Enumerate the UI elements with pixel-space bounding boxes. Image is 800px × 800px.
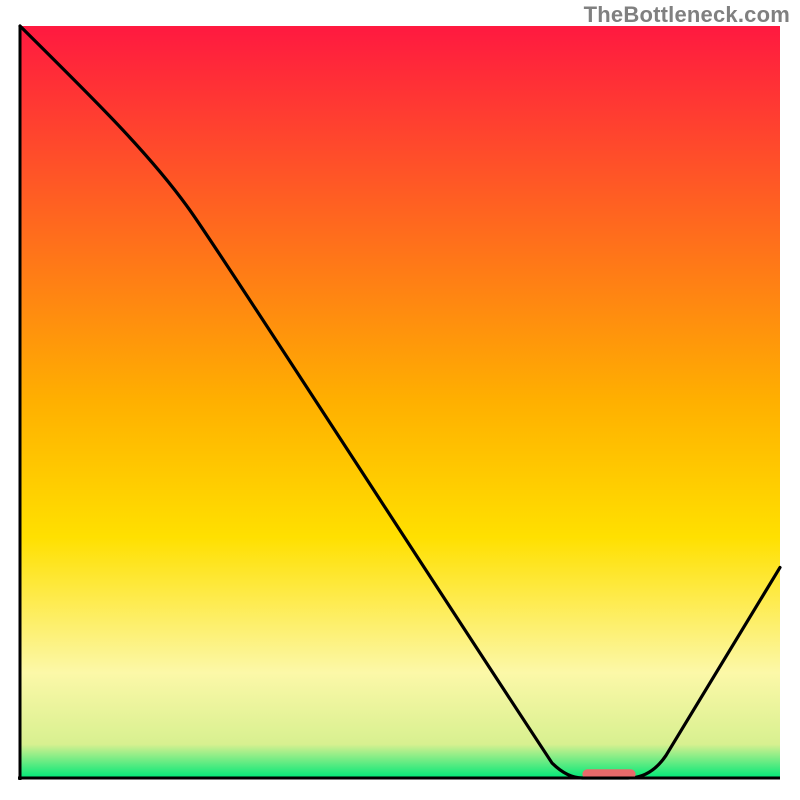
chart-frame: TheBottleneck.com	[0, 0, 800, 800]
watermark-text: TheBottleneck.com	[584, 2, 790, 28]
bottleneck-chart	[0, 0, 800, 800]
gradient-background	[20, 26, 780, 778]
